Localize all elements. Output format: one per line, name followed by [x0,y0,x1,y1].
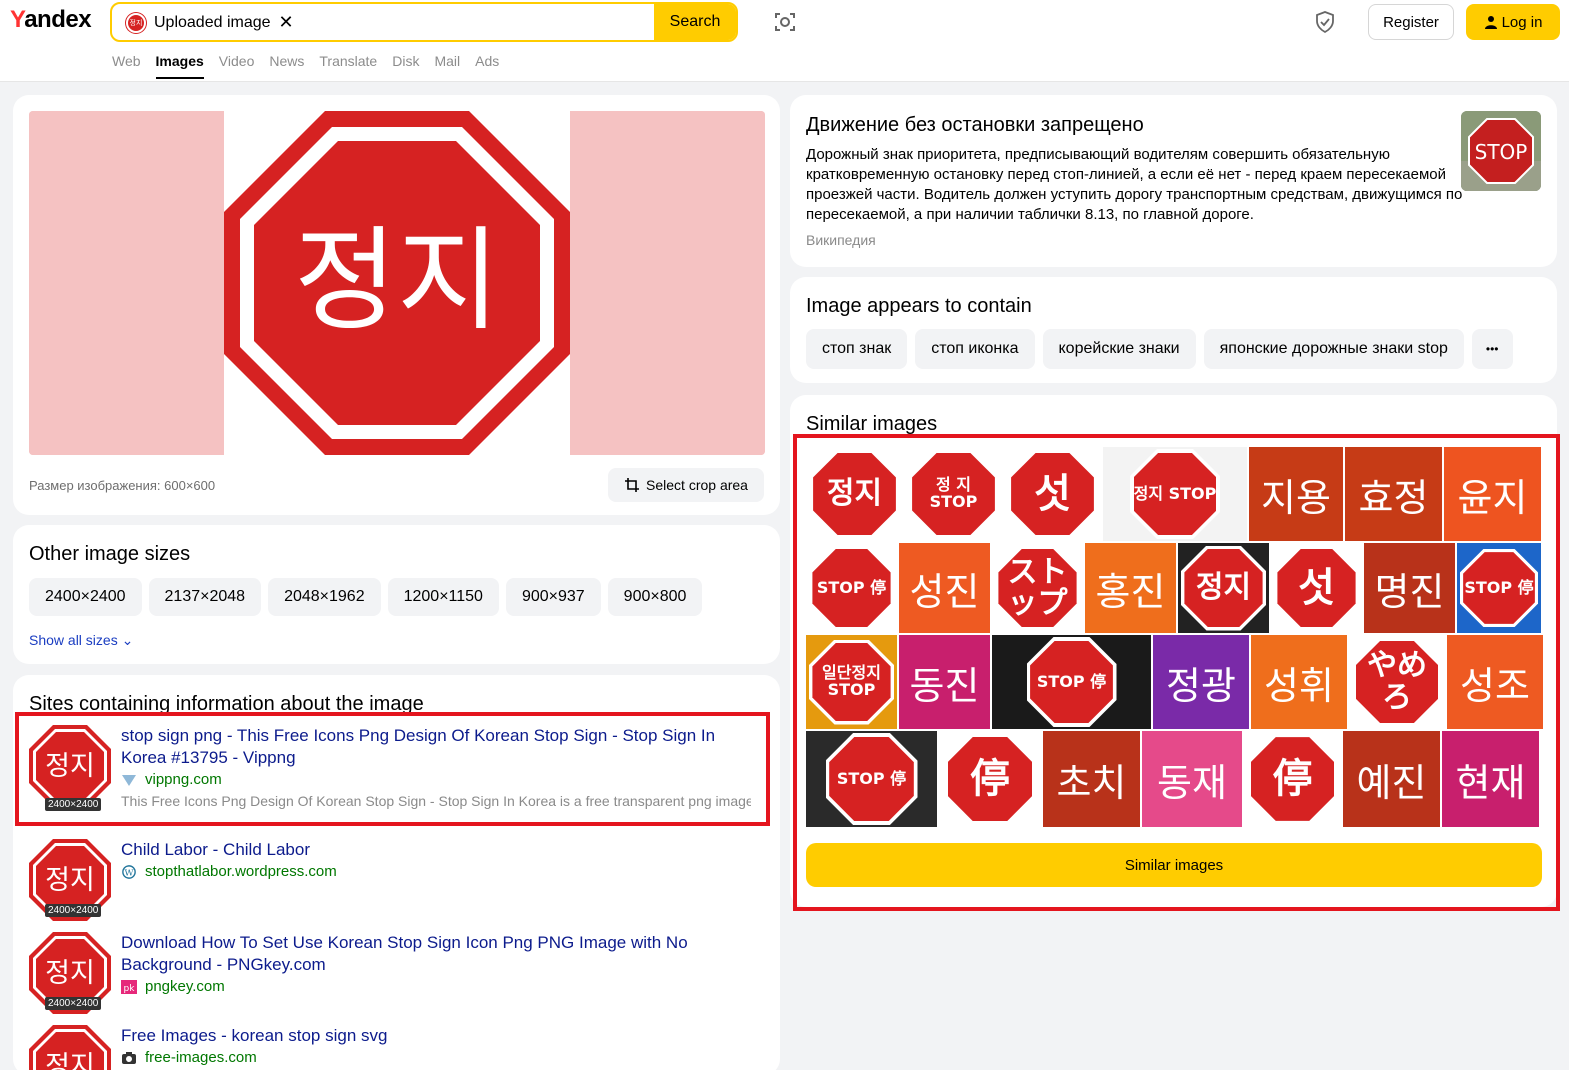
svg-text:정지: 정지 [45,958,95,989]
site-title-link[interactable]: Child Labor - Child Labor [121,839,761,861]
uploaded-image-chip: 정지 Uploaded image ✕ [126,12,294,33]
uploaded-image-card: 정지 Размер изображения: 600×600 Select cr… [13,95,780,515]
site-url-link[interactable]: W stopthatlabor.wordpress.com [121,863,337,880]
chevron-down-icon: ⌄ [121,632,134,648]
search-bar[interactable]: 정지 Uploaded image ✕ Search [110,2,738,42]
sign-text: 정지 [294,216,500,346]
site-url: free-images.com [145,1049,257,1066]
site-url: pngkey.com [145,978,225,995]
preview-blur-left [29,111,224,455]
other-sizes-card: Other image sizes 2400×2400 2137×2048 20… [13,525,780,664]
shield-icon[interactable] [1313,10,1337,34]
tab-ads[interactable]: Ads [475,53,499,79]
site-url-link[interactable]: free-images.com [121,1049,257,1066]
camera-icon [122,1051,136,1064]
size-list: 2400×2400 2137×2048 2048×1962 1200×1150 … [29,578,703,616]
svg-text:W: W [125,868,134,878]
tag-list: стоп знак стоп иконка корейские знаки яп… [806,329,1513,369]
knowledge-source[interactable]: Википедия [806,232,876,248]
crop-icon [625,478,640,492]
similar-images-title: Similar images [806,413,938,435]
select-crop-button[interactable]: Select crop area [608,468,764,502]
tab-web[interactable]: Web [112,53,141,79]
login-label: Log in [1501,13,1543,31]
resolution-badge: 2400×2400 [45,904,102,917]
site-result[interactable]: 정지 Free Images - korean stop sign svg fr… [29,1025,769,1070]
svg-text:정지: 정지 [45,865,95,896]
tag-chip[interactable]: стоп иконка [915,329,1035,369]
site-thumbnail: 정지 [29,1025,111,1070]
preview-blur-right [570,111,765,455]
knowledge-text: Дорожный знак приоритета, предписывающий… [806,146,1463,223]
svg-text:pk: pk [124,984,136,994]
more-tags-button[interactable]: ••• [1471,329,1513,369]
site-title-link[interactable]: Download How To Set Use Korean Stop Sign… [121,932,761,976]
user-icon [1484,16,1497,29]
tag-chip[interactable]: корейские знаки [1042,329,1196,369]
site-url-link[interactable]: pk pngkey.com [121,978,225,995]
image-contains-card: Image appears to contain стоп знак стоп … [790,277,1557,383]
search-button[interactable]: Search [654,4,736,40]
site-result[interactable]: 정지 2400×2400 Download How To Set Use Kor… [29,932,769,1014]
svg-text:STOP: STOP [1475,140,1528,164]
highlight-frame [15,712,770,826]
tab-images[interactable]: Images [155,53,205,79]
svg-text:정지: 정지 [45,1051,95,1070]
search-type-tabs: Web Images Video News Translate Disk Mai… [112,53,499,79]
tab-disk[interactable]: Disk [392,53,419,79]
login-button[interactable]: Log in [1466,4,1560,40]
uploaded-image-thumb: 정지 [126,12,146,33]
knowledge-card: Движение без остановки запрещено Дорожны… [790,95,1557,267]
tag-chip[interactable]: стоп знак [806,329,908,369]
resolution-badge: 2400×2400 [45,997,102,1010]
tab-video[interactable]: Video [219,53,255,79]
site-title-link[interactable]: Free Images - korean stop sign svg [121,1025,761,1047]
site-result[interactable]: 정지 2400×2400 Child Labor - Child Labor W… [29,839,769,921]
size-chip[interactable]: 900×800 [607,578,703,616]
other-sizes-title: Other image sizes [29,543,191,565]
yandex-logo[interactable]: Yandex [10,6,92,34]
crop-label: Select crop area [646,477,748,493]
image-preview[interactable]: 정지 [29,111,765,455]
size-chip[interactable]: 2048×1962 [268,578,381,616]
image-size-text: Размер изображения: 600×600 [29,478,216,493]
stop-sign-image: 정지 [224,111,570,455]
knowledge-image[interactable]: STOP [1461,111,1541,191]
knowledge-title[interactable]: Движение без остановки запрещено [806,114,1144,137]
show-all-label: Show all sizes [29,632,118,648]
image-contains-title: Image appears to contain [806,295,1032,317]
uploaded-image-label: Uploaded image [154,13,271,31]
highlight-frame [793,434,1560,911]
camera-search-icon[interactable] [773,10,797,34]
pngkey-icon: pk [121,979,137,994]
close-icon[interactable]: ✕ [279,12,294,33]
show-all-sizes-link[interactable]: Show all sizes ⌄ [29,632,133,649]
tab-mail[interactable]: Mail [434,53,460,79]
wordpress-icon: W [122,864,136,879]
size-chip[interactable]: 2137×2048 [148,578,262,616]
tab-translate[interactable]: Translate [319,53,377,79]
tab-news[interactable]: News [269,53,304,79]
site-url: stopthatlabor.wordpress.com [145,863,337,880]
tag-chip[interactable]: японские дорожные знаки stop [1203,329,1464,369]
size-chip[interactable]: 900×937 [505,578,601,616]
size-chip[interactable]: 1200×1150 [387,578,499,616]
register-button[interactable]: Register [1368,4,1454,40]
size-chip[interactable]: 2400×2400 [29,578,142,616]
header: Yandex 정지 Uploaded image ✕ Search Regist… [0,0,1569,82]
